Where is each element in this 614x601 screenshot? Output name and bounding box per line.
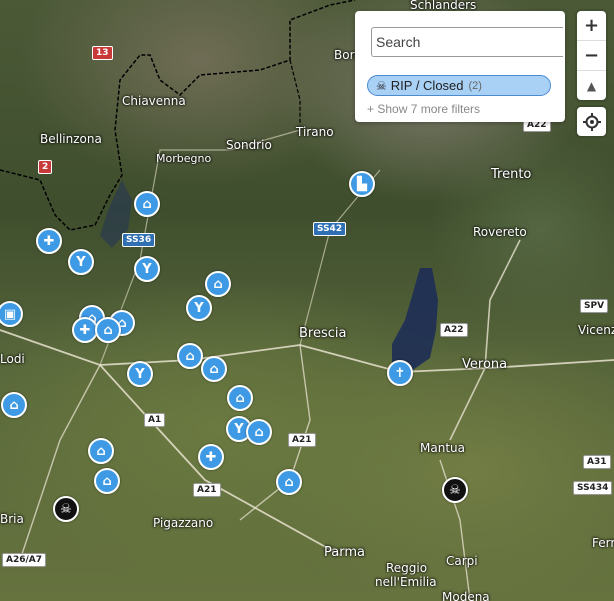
road-shield: A1	[144, 413, 166, 427]
place-label: Tirano	[296, 125, 334, 139]
house-marker[interactable]: ⌂	[134, 191, 160, 217]
house-marker[interactable]: ⌂	[95, 317, 121, 343]
place-label: Modena	[442, 590, 490, 601]
place-label: Morbegno	[156, 152, 212, 165]
place-label: Lodi	[0, 352, 25, 366]
chip-count: (2)	[468, 79, 482, 92]
skull-marker[interactable]: ☠	[53, 496, 79, 522]
place-label: Brescia	[299, 326, 347, 341]
cocktail-marker[interactable]: Y	[134, 256, 160, 282]
place-label: Ferrara	[592, 536, 614, 550]
place-label: Bellinzona	[40, 132, 102, 146]
road-shield: SS42	[313, 222, 347, 236]
house-marker[interactable]: ⌂	[94, 468, 120, 494]
road-shield: SS36	[122, 233, 156, 247]
search-input[interactable]	[371, 27, 563, 57]
zoom-out-button[interactable]: −	[577, 41, 606, 71]
place-label: Carpi	[446, 554, 478, 568]
road-shield: A22	[440, 323, 468, 337]
crosshair-icon	[582, 112, 601, 131]
cross-marker[interactable]: ✝	[387, 360, 413, 386]
place-label: Bria	[0, 512, 24, 526]
lake-garda	[392, 268, 438, 372]
place-label: Verona	[462, 357, 508, 372]
road-shield: 13	[92, 46, 113, 60]
border-line	[289, 59, 301, 125]
road-line	[299, 169, 381, 346]
factory-marker[interactable]: ▙	[349, 171, 375, 197]
road-line	[449, 239, 521, 441]
place-label: Rovereto	[473, 225, 527, 239]
place-label: Vicenza	[578, 323, 614, 337]
place-label: Chiavenna	[122, 94, 186, 108]
place-label: Reggio	[386, 561, 428, 575]
skull-icon: ☠	[376, 78, 387, 93]
road-shield: A21	[193, 483, 221, 497]
place-label: Parma	[324, 545, 365, 560]
cocktail-marker[interactable]: Y	[186, 295, 212, 321]
house-marker[interactable]: ⌂	[177, 343, 203, 369]
show-more-filters-link[interactable]: + Show 7 more filters	[367, 102, 480, 116]
geolocate-button[interactable]	[577, 107, 606, 136]
place-label: Pigazzano	[153, 516, 214, 530]
road-shield: A26/A7	[2, 553, 47, 567]
zoom-controls: + − ▲	[577, 11, 606, 100]
house-marker[interactable]: ⌂	[201, 356, 227, 382]
road-shield: A21	[288, 433, 316, 447]
road-shield: SPV	[580, 299, 609, 313]
house-marker[interactable]: ⌂	[1, 392, 27, 418]
compass-button[interactable]: ▲	[577, 71, 606, 100]
chip-label: RIP / Closed	[390, 78, 464, 93]
cocktail-marker[interactable]: Y	[127, 361, 153, 387]
place-label: Sondrio	[226, 138, 272, 152]
place-label: Mantua	[420, 441, 465, 455]
place-label: Trento	[491, 167, 532, 182]
road-shield: SS434	[573, 481, 613, 495]
skull-marker[interactable]: ☠	[442, 477, 468, 503]
road-line	[19, 364, 101, 561]
filter-panel: ☠ RIP / Closed (2) + Show 7 more filters	[355, 11, 565, 122]
rip-closed-filter-chip[interactable]: ☠ RIP / Closed (2)	[367, 75, 551, 96]
house-marker[interactable]: ⌂	[246, 419, 272, 445]
house-marker[interactable]: ⌂	[276, 469, 302, 495]
zoom-in-button[interactable]: +	[577, 11, 606, 41]
cross-marker[interactable]: ✚	[198, 444, 224, 470]
house-marker[interactable]: ⌂	[205, 271, 231, 297]
road-shield: A31	[583, 455, 611, 469]
cocktail-marker[interactable]: Y	[68, 249, 94, 275]
house-marker[interactable]: ⌂	[227, 385, 253, 411]
road-shield: 2	[38, 160, 53, 174]
border-line	[0, 0, 356, 231]
place-label: nell'Emilia	[375, 575, 437, 589]
house-marker[interactable]: ⌂	[88, 438, 114, 464]
cross-marker[interactable]: ✚	[36, 228, 62, 254]
